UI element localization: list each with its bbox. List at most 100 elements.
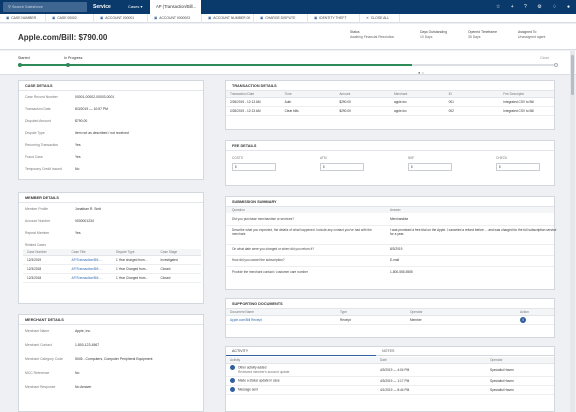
global-nav: ⚲ Search Salesforce Service Cases ▾ AP (… bbox=[0, 0, 576, 14]
page-scrollbar[interactable] bbox=[570, 51, 575, 412]
subtab-5[interactable]: ▣ ACCOUNT NUMBER 00 bbox=[202, 14, 254, 23]
stage-close[interactable]: Close bbox=[540, 56, 549, 60]
member-profile-link[interactable]: Jonathan R. Smit bbox=[75, 207, 101, 212]
member-details-card: MEMBER DETAILS Member Profile Jonathan R.… bbox=[18, 192, 204, 304]
card-heading: MEMBER DETAILS bbox=[19, 193, 203, 203]
card-heading: SUPPORTING DOCUMENTS bbox=[226, 299, 554, 309]
summary-table-header: Question Answer bbox=[226, 207, 554, 213]
subtab-3[interactable]: ▣ ACCOUNT 000001 bbox=[94, 14, 148, 23]
stage-dot bbox=[554, 63, 558, 67]
header-stat-assigned: Assigned To Unassigned agent bbox=[518, 30, 546, 39]
add-icon[interactable]: + bbox=[511, 4, 514, 10]
header-stat-opened: Opened Timeframe 35 Days bbox=[468, 30, 498, 39]
subtab-4[interactable]: ▣ ACCOUNT 0000003 bbox=[148, 14, 202, 23]
fee-atm-input[interactable]: $ bbox=[320, 163, 364, 171]
tab-active-case[interactable]: AP (Transaction/Bill... bbox=[150, 0, 202, 14]
subtab-7[interactable]: ▣ IDENTITY THEFT bbox=[308, 14, 360, 23]
workspace-tabs: ▣CASE NUMBER 00001 ▣CASE 00002 ▣ACCOUNT … bbox=[0, 14, 576, 29]
supporting-documents-card: SUPPORTING DOCUMENTS Document Name Type Op… bbox=[225, 298, 555, 338]
merchant-details-card: MERCHANT DETAILS Merchant Name Apple, Inc… bbox=[18, 314, 204, 412]
card-heading: CASE DETAILS bbox=[19, 81, 203, 91]
activity-tabs: ACTIVITY NOTES bbox=[226, 347, 554, 356]
table-row[interactable]: Made a status update in case 4/3/2019 — … bbox=[226, 376, 554, 386]
dispute-type-link[interactable]: Item not as described / not received bbox=[75, 131, 129, 136]
header-stat-days: Days Outstanding 10 Days bbox=[420, 30, 447, 39]
table-row[interactable]: 12/3/2018 AP/Transaction/Bill ... 1 Year C… bbox=[23, 264, 201, 274]
activity-icon bbox=[230, 365, 235, 370]
case-icon: ▣ bbox=[314, 16, 318, 20]
account-icon: ▣ bbox=[100, 16, 104, 20]
subtab-1[interactable]: ▣CASE NUMBER 00001 bbox=[0, 14, 46, 29]
stage-started[interactable]: Started bbox=[18, 56, 30, 60]
summary-answer: E-mail bbox=[390, 258, 400, 262]
transactions-table: Transaction Date Time Amount Merchant ID Fee … bbox=[226, 91, 554, 116]
app-name: Service bbox=[93, 4, 111, 10]
submission-summary-card: SUBMISSION SUMMARY Question Answer Did y… bbox=[225, 196, 556, 290]
table-row[interactable]: 2/28/2019 - 12:13 AM Clear bills $290.00 ap… bbox=[226, 106, 554, 116]
table-row[interactable]: Message sent 4/1/2019 — 8:44 PM Speciali… bbox=[226, 385, 554, 395]
case-icon: ▣ bbox=[6, 16, 10, 20]
fee-check-input[interactable]: $ bbox=[496, 163, 540, 171]
cases-menu[interactable]: Cases ▾ bbox=[128, 0, 142, 14]
document-link[interactable]: Apple.com/Bill Receipt bbox=[226, 315, 336, 325]
merchant-phone-link[interactable]: 1-800-123-4567 bbox=[75, 343, 99, 348]
summary-answer: Merchandise bbox=[390, 217, 409, 221]
table-row[interactable]: 12/3/2018 AP/Transaction/Bill ... 1 Year C… bbox=[23, 273, 201, 283]
activity-icon bbox=[230, 378, 235, 383]
bell-icon[interactable]: ♢ bbox=[552, 4, 556, 10]
table-row[interactable]: Apple.com/Bill Receipt Receipt Member i bbox=[226, 315, 554, 325]
related-cases-table: Case Number Case Title Dispute Type Case St… bbox=[23, 249, 201, 283]
table-row[interactable]: Other activity added Reviewed member's ac… bbox=[226, 363, 554, 377]
summary-answer-link[interactable]: 1-800-555-5555 bbox=[390, 270, 560, 274]
activity-card: ACTIVITY NOTES Activity Date Operator Othe… bbox=[225, 346, 555, 412]
help-icon[interactable]: ? bbox=[524, 4, 527, 10]
progress-track bbox=[18, 63, 558, 67]
related-cases-heading: Related Cases bbox=[25, 243, 46, 247]
case-icon: ▣ bbox=[260, 16, 264, 20]
close-icon: ✕ bbox=[366, 16, 369, 20]
summary-question: Describe what you expected, the details … bbox=[232, 228, 372, 236]
documents-table: Document Name Type Operator Action Apple.co… bbox=[226, 309, 554, 325]
subtab-close-all[interactable]: ✕ CLOSE ALL bbox=[360, 14, 400, 23]
page-title: Apple.com/Bill: $790.00 bbox=[18, 33, 108, 42]
case-details-card: CASE DETAILS Case Record Number 00001-000… bbox=[18, 80, 204, 180]
record-header: Apple.com/Bill: $790.00 Status Awaiting F… bbox=[0, 24, 576, 50]
stage-dot bbox=[66, 63, 70, 67]
tab-notes[interactable]: NOTES bbox=[376, 347, 556, 356]
fee-costs: COSTS $ bbox=[232, 156, 276, 171]
stage-dot bbox=[18, 63, 22, 67]
table-row[interactable]: 12/3/2019 AP/Transaction/Bill ... 1 Year c… bbox=[23, 255, 201, 265]
activity-icon bbox=[230, 387, 235, 392]
transaction-details-card: TRANSACTION DETAILS Transaction Date Time… bbox=[225, 80, 555, 130]
avatar[interactable]: ● bbox=[567, 4, 570, 10]
card-heading: FEE DETAILS bbox=[226, 141, 554, 151]
case-path: Started In Progress Close ● ○ bbox=[0, 51, 576, 75]
account-icon: ▣ bbox=[154, 16, 158, 20]
fee-check: CHECK $ bbox=[496, 156, 540, 171]
carousel-indicator[interactable]: ● ○ bbox=[418, 70, 424, 75]
case-icon: ▣ bbox=[52, 16, 56, 20]
table-row[interactable]: 2/28/2019 - 12:13 AM Auth $290.00 apple.inc… bbox=[226, 97, 554, 107]
subtab-6[interactable]: ▣ CHARGE DISPUTE bbox=[254, 14, 308, 23]
star-icon[interactable]: ☆ bbox=[496, 4, 500, 10]
fee-nsf-input[interactable]: $ bbox=[408, 163, 452, 171]
fee-nsf: NSF $ bbox=[408, 156, 452, 171]
global-search-input[interactable]: ⚲ Search Salesforce bbox=[3, 2, 87, 12]
card-heading: SUBMISSION SUMMARY bbox=[226, 197, 554, 207]
nav-utility-icons: ☆ + ? ⚙ ♢ ● bbox=[496, 0, 570, 14]
fee-atm: ATM $ bbox=[320, 156, 364, 171]
activity-table: Activity Date Operator Other activity adde… bbox=[226, 357, 554, 395]
summary-answer: I was promised a free trial on the Apple… bbox=[390, 228, 557, 236]
card-heading: MERCHANT DETAILS bbox=[19, 315, 203, 325]
stage-in-progress[interactable]: In Progress bbox=[64, 56, 82, 60]
progress-fill bbox=[18, 64, 413, 66]
header-stat-status: Status Awaiting Financial Resolution bbox=[350, 30, 395, 39]
tab-activity[interactable]: ACTIVITY bbox=[226, 347, 376, 356]
gear-icon[interactable]: ⚙ bbox=[537, 4, 541, 10]
info-icon[interactable]: i bbox=[520, 316, 526, 323]
summary-answer: 8/3/2019 bbox=[390, 247, 403, 251]
fee-costs-input[interactable]: $ bbox=[232, 163, 276, 171]
scrollbar-thumb[interactable] bbox=[571, 55, 574, 95]
fee-details-card: FEE DETAILS COSTS $ ATM $ NSF $ CHECK $ bbox=[225, 140, 555, 186]
subtab-2[interactable]: ▣ CASE 00002 bbox=[46, 14, 94, 23]
